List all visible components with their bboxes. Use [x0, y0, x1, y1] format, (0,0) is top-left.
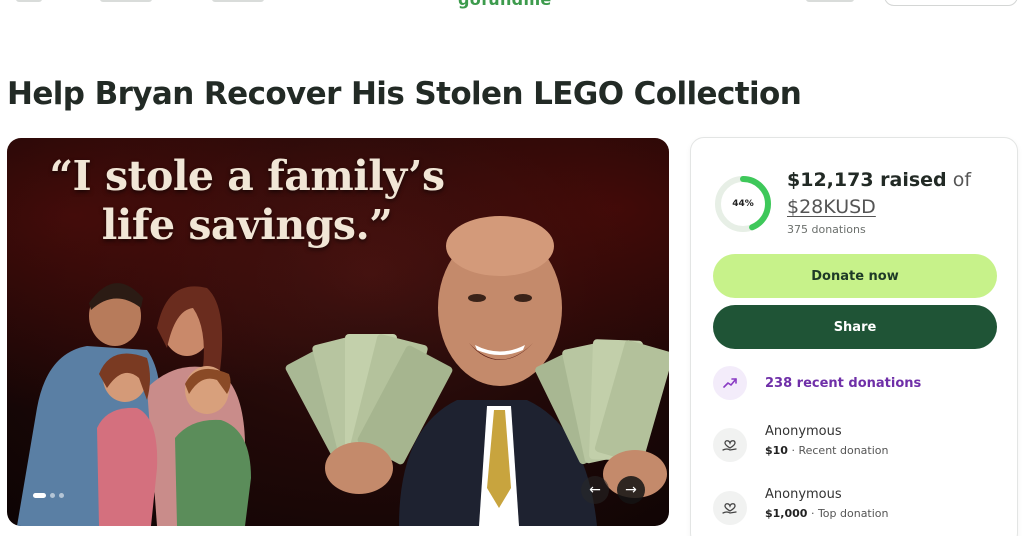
donate-now-button[interactable]: Donate now: [713, 254, 997, 298]
donor-meta: $10 · Recent donation: [765, 444, 888, 457]
nav-link[interactable]: [212, 0, 264, 2]
goal-amount[interactable]: $28KUSD: [787, 196, 876, 218]
progress-percent: 44%: [732, 199, 754, 209]
carousel-indicators: [33, 493, 64, 498]
top-navigation: gofundme: [0, 0, 1024, 12]
donor-meta: $1,000 · Top donation: [765, 507, 889, 520]
donor-separator: ·: [787, 444, 799, 457]
nav-link[interactable]: [806, 0, 854, 2]
recent-donations-label: 238 recent donations: [765, 375, 922, 391]
carousel-next-button[interactable]: →: [617, 476, 645, 504]
carousel-dot[interactable]: [50, 493, 55, 498]
heart-hand-icon: [713, 428, 747, 462]
trending-up-icon: [713, 366, 747, 400]
donation-count: 375 donations: [787, 223, 866, 236]
donor-note: Top donation: [817, 507, 889, 520]
share-button[interactable]: Share: [713, 305, 997, 349]
donor-amount: $1,000: [765, 507, 808, 520]
start-campaign-button[interactable]: [884, 0, 1018, 6]
nav-link[interactable]: [100, 0, 152, 2]
raised-amount: $12,173 raised: [787, 169, 947, 191]
raised-of-label: of: [952, 169, 972, 191]
carousel-dot-active[interactable]: [33, 493, 46, 498]
carousel-prev-button[interactable]: ←: [581, 476, 609, 504]
donor-note: Recent donation: [798, 444, 889, 457]
arrow-right-icon: →: [625, 482, 637, 498]
recent-donations-link[interactable]: 238 recent donations: [713, 365, 921, 401]
arrow-left-icon: ←: [589, 482, 601, 498]
donor-name: Anonymous: [765, 424, 842, 439]
family-figures: [17, 283, 251, 526]
campaign-hero-carousel[interactable]: “I stole a family’s life savings.” ← →: [7, 138, 669, 526]
nav-link[interactable]: [16, 0, 42, 2]
donation-card: 44% $12,173 raised of $28KUSD 375 donati…: [690, 137, 1018, 536]
campaign-title: Help Bryan Recover His Stolen LEGO Colle…: [7, 76, 802, 112]
carousel-dot[interactable]: [59, 493, 64, 498]
donor-separator: ·: [807, 507, 818, 520]
donor-amount: $10: [765, 444, 788, 457]
amount-raised: $12,173 raised of: [787, 169, 971, 191]
gofundme-logo[interactable]: gofundme: [458, 0, 552, 9]
donor-name: Anonymous: [765, 487, 842, 502]
hero-quote-text: “I stole a family’s life savings.”: [49, 152, 445, 249]
heart-hand-icon: [713, 491, 747, 525]
